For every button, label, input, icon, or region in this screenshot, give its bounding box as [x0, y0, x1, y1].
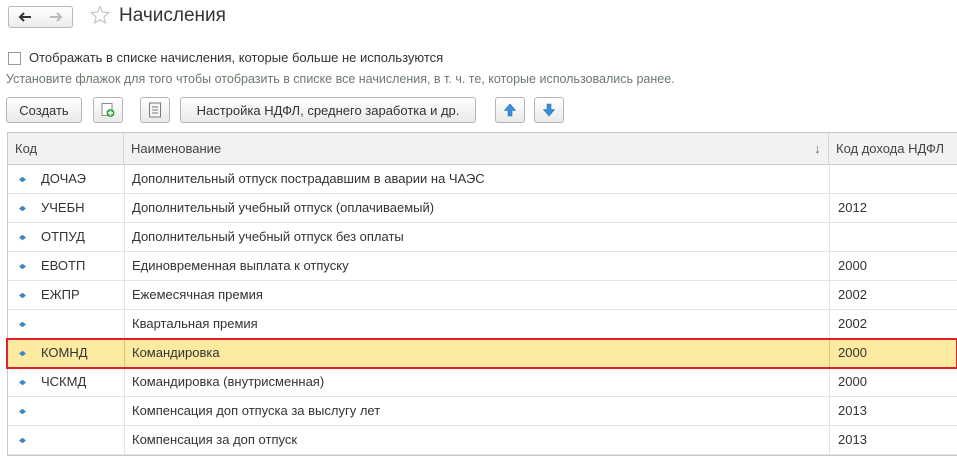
table-row[interactable]: КОМНД Командировка 2000 [8, 339, 957, 368]
cell-code: ЕВОТП [41, 258, 86, 273]
row-marker-icon [19, 321, 26, 328]
table-row[interactable]: ОТПУД Дополнительный учебный отпуск без о… [8, 223, 957, 252]
column-divider [124, 368, 125, 397]
row-marker-icon [19, 176, 26, 183]
row-marker-icon [19, 408, 26, 415]
row-marker-icon [19, 292, 26, 299]
column-divider [124, 194, 125, 223]
column-divider [124, 281, 125, 310]
arrow-down-icon [542, 103, 556, 117]
table-row[interactable]: Компенсация доп отпуска за выслугу лет 20… [8, 397, 957, 426]
column-divider [829, 397, 830, 426]
move-up-button[interactable] [495, 97, 525, 123]
column-divider [829, 281, 830, 310]
cell-ndfl-code: 2000 [838, 374, 867, 389]
cell-name: Компенсация доп отпуска за выслугу лет [132, 403, 381, 418]
row-marker-icon [19, 234, 26, 241]
cell-code: ЧСКМД [41, 374, 87, 389]
copy-button[interactable] [93, 97, 123, 123]
column-divider [829, 165, 830, 194]
table-row[interactable]: Квартальная премия 2002 [8, 310, 957, 339]
cell-code: ОТПУД [41, 229, 85, 244]
row-marker-icon [19, 263, 26, 270]
ndfl-settings-label: Настройка НДФЛ, среднего заработка и др. [196, 102, 460, 118]
cell-name: Дополнительный отпуск пострадавшим в ава… [132, 171, 485, 186]
cell-name: Ежемесячная премия [132, 287, 263, 302]
show-unused-checkbox[interactable] [8, 52, 21, 65]
accruals-table[interactable]: Код Наименование ↓ Код дохода НДФЛ ДОЧАЭ… [7, 132, 957, 456]
column-divider [124, 165, 125, 194]
row-marker-icon [19, 379, 26, 386]
forward-button[interactable] [40, 6, 73, 28]
cell-code: УЧЕБН [41, 200, 85, 215]
create-button[interactable]: Создать [6, 97, 82, 123]
column-divider [829, 310, 830, 339]
cell-ndfl-code: 2000 [838, 345, 867, 360]
cell-name: Единовременная выплата к отпуску [132, 258, 349, 273]
cell-ndfl-code: 2002 [838, 287, 867, 302]
cell-ndfl-code: 2013 [838, 432, 867, 447]
sort-descending-icon: ↓ [814, 141, 821, 156]
column-divider [124, 223, 125, 252]
table-row[interactable]: ЕВОТП Единовременная выплата к отпуску 200… [8, 252, 957, 281]
ndfl-settings-button[interactable]: Настройка НДФЛ, среднего заработка и др. [180, 97, 476, 123]
column-divider [124, 310, 125, 339]
column-header-ndfl-code[interactable]: Код дохода НДФЛ [829, 133, 957, 164]
table-row[interactable]: УЧЕБН Дополнительный учебный отпуск (опла… [8, 194, 957, 223]
favorite-star-button[interactable] [89, 5, 111, 28]
move-down-button[interactable] [534, 97, 564, 123]
column-divider [829, 223, 830, 252]
cell-ndfl-code: 2012 [838, 200, 867, 215]
row-marker-icon [19, 437, 26, 444]
column-divider [124, 397, 125, 426]
table-row[interactable]: ЕЖПР Ежемесячная премия 2002 [8, 281, 957, 310]
cell-name: Командировка [132, 345, 220, 360]
column-header-name[interactable]: Наименование [124, 133, 829, 164]
column-divider [124, 426, 125, 455]
cell-name: Дополнительный учебный отпуск без оплаты [132, 229, 404, 244]
cell-ndfl-code: 2000 [838, 258, 867, 273]
row-marker-icon [19, 350, 26, 357]
cell-name: Дополнительный учебный отпуск (оплачивае… [132, 200, 435, 215]
star-icon [89, 5, 111, 25]
page-title: Начисления [119, 5, 226, 26]
row-marker-icon [19, 205, 26, 212]
add-copy-icon [101, 103, 115, 117]
cell-name: Квартальная премия [132, 316, 258, 331]
table-header: Код Наименование ↓ Код дохода НДФЛ [8, 133, 957, 165]
filter-hint: Установите флажок для того чтобы отобраз… [6, 72, 675, 86]
column-divider [829, 368, 830, 397]
table-row[interactable]: Компенсация за доп отпуск 2013 [8, 426, 957, 455]
cell-ndfl-code: 2002 [838, 316, 867, 331]
column-divider [829, 194, 830, 223]
create-button-label: Создать [19, 102, 69, 118]
column-divider [829, 339, 830, 368]
cell-code: КОМНД [41, 345, 88, 360]
cell-code: ЕЖПР [41, 287, 80, 302]
list-view-button[interactable] [140, 97, 170, 123]
column-divider [829, 426, 830, 455]
table-row[interactable]: ЧСКМД Командировка (внутрисменная) 2000 [8, 368, 957, 397]
table-row[interactable]: ДОЧАЭ Дополнительный отпуск пострадавшим … [8, 165, 957, 194]
arrow-right-icon [50, 12, 63, 22]
cell-name: Компенсация за доп отпуск [132, 432, 298, 447]
cell-code: ДОЧАЭ [41, 171, 87, 186]
column-divider [124, 339, 125, 368]
column-header-code[interactable]: Код [8, 133, 124, 164]
arrow-left-icon [18, 12, 31, 22]
column-divider [124, 252, 125, 281]
show-unused-label[interactable]: Отображать в списке начисления, которые … [29, 50, 443, 65]
back-button[interactable] [8, 6, 41, 28]
column-divider [829, 252, 830, 281]
arrow-up-icon [503, 103, 517, 117]
cell-name: Командировка (внутрисменная) [132, 374, 325, 389]
cell-ndfl-code: 2013 [838, 403, 867, 418]
list-icon [149, 102, 161, 118]
